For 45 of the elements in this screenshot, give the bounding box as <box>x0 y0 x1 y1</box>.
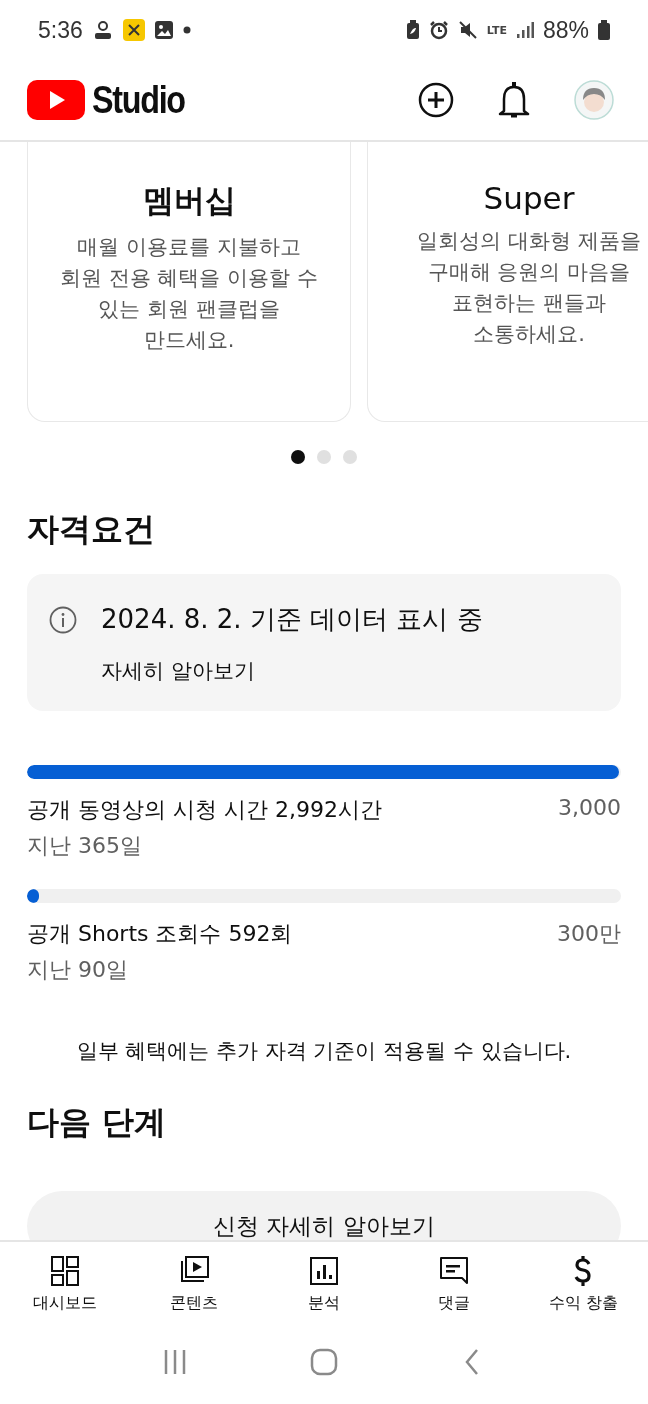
analytics-icon <box>308 1254 340 1287</box>
apply-info-button[interactable]: 신청 자세히 알아보기 <box>27 1191 621 1240</box>
card-title: Super <box>483 180 575 216</box>
requirement-period: 지난 365일 <box>27 832 143 860</box>
card-description: 매월 이용료를 지불하고 회원 전용 혜택을 이용할 수 있는 회원 팬클럽을 만드세요. <box>59 234 319 354</box>
nav-tab[interactable]: 분석 <box>264 1254 384 1314</box>
network-label: LTE <box>486 23 507 37</box>
app-icon <box>122 19 145 41</box>
info-icon <box>49 605 77 634</box>
section-heading: 자격요건 <box>27 509 156 550</box>
requirement-target: 300만 <box>557 920 621 948</box>
learn-more-link[interactable]: 자세히 알아보기 <box>101 657 599 685</box>
clock-time: 5:36 <box>38 16 83 44</box>
requirement-label: 공개 동영상의 시청 시간 2,992시간 <box>27 796 382 824</box>
page-indicator-dot[interactable] <box>291 450 305 464</box>
app-title: Studio <box>92 78 185 122</box>
alarm-icon <box>428 20 449 40</box>
nav-tab[interactable]: 댓글 <box>393 1254 514 1314</box>
footnote-text: 일부 혜택에는 추가 자격 기준이 적용될 수 있습니다. <box>75 1038 573 1065</box>
avatar-icon[interactable] <box>574 80 614 120</box>
notice-text: 2024. 8. 2. 기준 데이터 표시 중 <box>101 603 483 636</box>
signal-icon <box>515 21 534 39</box>
mute-icon <box>457 20 478 40</box>
battery-percent: 88% <box>542 16 589 44</box>
play-logo-icon <box>27 80 85 120</box>
card-title: 멤버십 <box>142 181 236 220</box>
requirement-label: 공개 Shorts 조회수 592회 <box>27 920 293 948</box>
battery-icon <box>598 20 610 40</box>
nav-tab[interactable]: 수익 창출 <box>523 1254 644 1314</box>
requirement-period: 지난 90일 <box>27 956 129 984</box>
nav-tab[interactable]: 대시보드 <box>4 1254 125 1314</box>
page-indicator-dot[interactable] <box>343 450 357 464</box>
card-description: 일회성의 대화형 제품을 구매해 응원의 마음을 표현하는 팬들과 소통하세요. <box>416 228 642 348</box>
home-icon[interactable] <box>310 1348 338 1376</box>
create-icon[interactable] <box>418 82 454 118</box>
battery-saver-icon <box>405 20 420 40</box>
nav-tab[interactable]: 콘텐츠 <box>134 1254 255 1314</box>
image-icon <box>153 20 174 40</box>
page-indicator-dot[interactable] <box>317 450 331 464</box>
comments-icon <box>437 1254 470 1287</box>
dot-icon <box>182 26 191 34</box>
requirement-target: 3,000 <box>558 795 621 822</box>
dashboard-icon <box>48 1254 81 1287</box>
bell-icon[interactable] <box>498 81 530 119</box>
section-heading: 다음 단계 <box>27 1102 168 1143</box>
